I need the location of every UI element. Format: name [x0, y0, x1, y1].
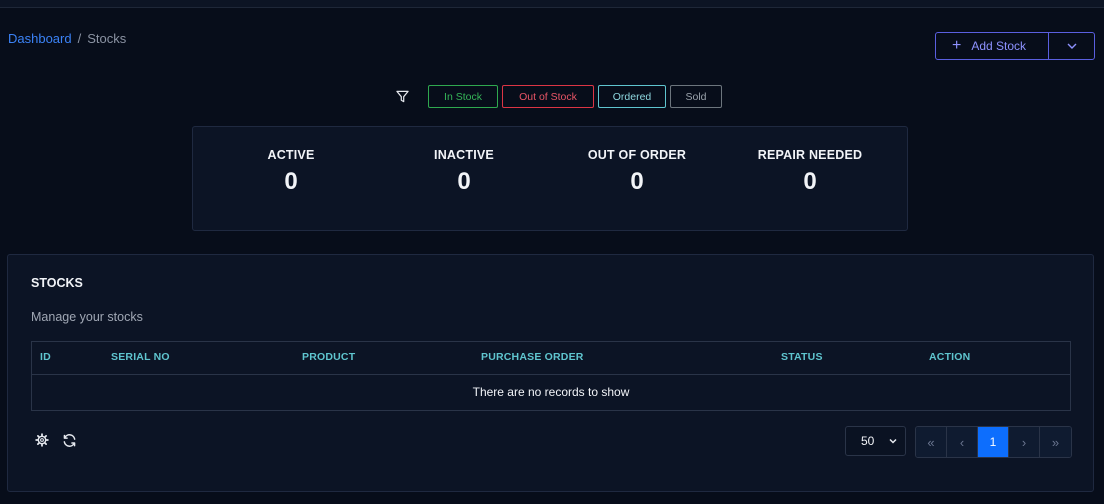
status-filter-bar: In Stock Out of Stock Ordered Sold	[394, 85, 722, 108]
rows-per-page-select[interactable]: 50	[845, 426, 906, 456]
prev-page-button[interactable]: ‹	[947, 427, 978, 457]
column-header-status[interactable]: STATUS	[781, 351, 823, 363]
stat-value: 0	[803, 168, 817, 195]
stat-active: ACTIVE 0	[221, 148, 361, 196]
chevron-down-icon	[1067, 43, 1076, 49]
plus-icon: +	[952, 37, 962, 54]
stat-value: 0	[457, 168, 471, 195]
stocks-table: ID SERIAL NO PRODUCT PURCHASE ORDER STAT…	[31, 341, 1071, 411]
filter-out-of-stock-button[interactable]: Out of Stock	[502, 85, 594, 108]
breadcrumb-dashboard-link[interactable]: Dashboard	[8, 31, 72, 46]
breadcrumb-current: Stocks	[87, 31, 127, 46]
column-header-id[interactable]: ID	[40, 351, 51, 363]
card-subtitle: Manage your stocks	[31, 310, 143, 324]
table-tools	[34, 432, 77, 448]
last-page-button[interactable]: »	[1040, 427, 1071, 457]
stat-label: ACTIVE	[267, 148, 315, 162]
filter-in-stock-button[interactable]: In Stock	[428, 85, 498, 108]
stock-summary-panel: ACTIVE 0 INACTIVE 0 OUT OF ORDER 0 REPAI…	[192, 126, 908, 231]
column-header-action[interactable]: ACTION	[929, 351, 970, 363]
column-header-serial-no[interactable]: SERIAL NO	[111, 351, 170, 363]
rows-per-page-value: 50	[861, 434, 875, 448]
gear-icon[interactable]	[34, 432, 50, 448]
stat-value: 0	[284, 168, 298, 195]
stat-label: REPAIR NEEDED	[757, 148, 863, 162]
stat-value: 0	[630, 168, 644, 195]
stat-inactive: INACTIVE 0	[394, 148, 534, 196]
stat-out-of-order: OUT OF ORDER 0	[567, 148, 707, 196]
stocks-card: STOCKS Manage your stocks ID SERIAL NO P…	[7, 254, 1094, 492]
add-stock-button-group: + Add Stock	[935, 32, 1095, 60]
table-header-row: ID SERIAL NO PRODUCT PURCHASE ORDER STAT…	[32, 342, 1070, 375]
pagination: « ‹ 1 › »	[915, 426, 1072, 458]
empty-table-message: There are no records to show	[472, 385, 630, 399]
stat-repair-needed: REPAIR NEEDED 0	[740, 148, 880, 196]
filter-sold-button[interactable]: Sold	[670, 85, 722, 108]
stat-label: OUT OF ORDER	[587, 148, 687, 162]
first-page-button[interactable]: «	[916, 427, 947, 457]
next-page-button[interactable]: ›	[1009, 427, 1040, 457]
filter-ordered-button[interactable]: Ordered	[598, 85, 666, 108]
stat-label: INACTIVE	[434, 148, 494, 162]
top-navbar	[0, 0, 1104, 8]
breadcrumb: Dashboard / Stocks	[8, 31, 126, 46]
add-stock-button[interactable]: + Add Stock	[936, 33, 1049, 59]
refresh-icon[interactable]	[61, 432, 77, 448]
page-1-button[interactable]: 1	[978, 427, 1009, 457]
filter-icon[interactable]	[394, 89, 410, 105]
breadcrumb-separator: /	[77, 31, 82, 46]
add-stock-dropdown-toggle[interactable]	[1049, 33, 1094, 59]
chevron-down-icon	[889, 438, 897, 444]
card-title: STOCKS	[31, 276, 83, 290]
add-stock-label: Add Stock	[971, 39, 1027, 53]
column-header-product[interactable]: PRODUCT	[302, 351, 355, 363]
column-header-purchase-order[interactable]: PURCHASE ORDER	[481, 351, 584, 363]
